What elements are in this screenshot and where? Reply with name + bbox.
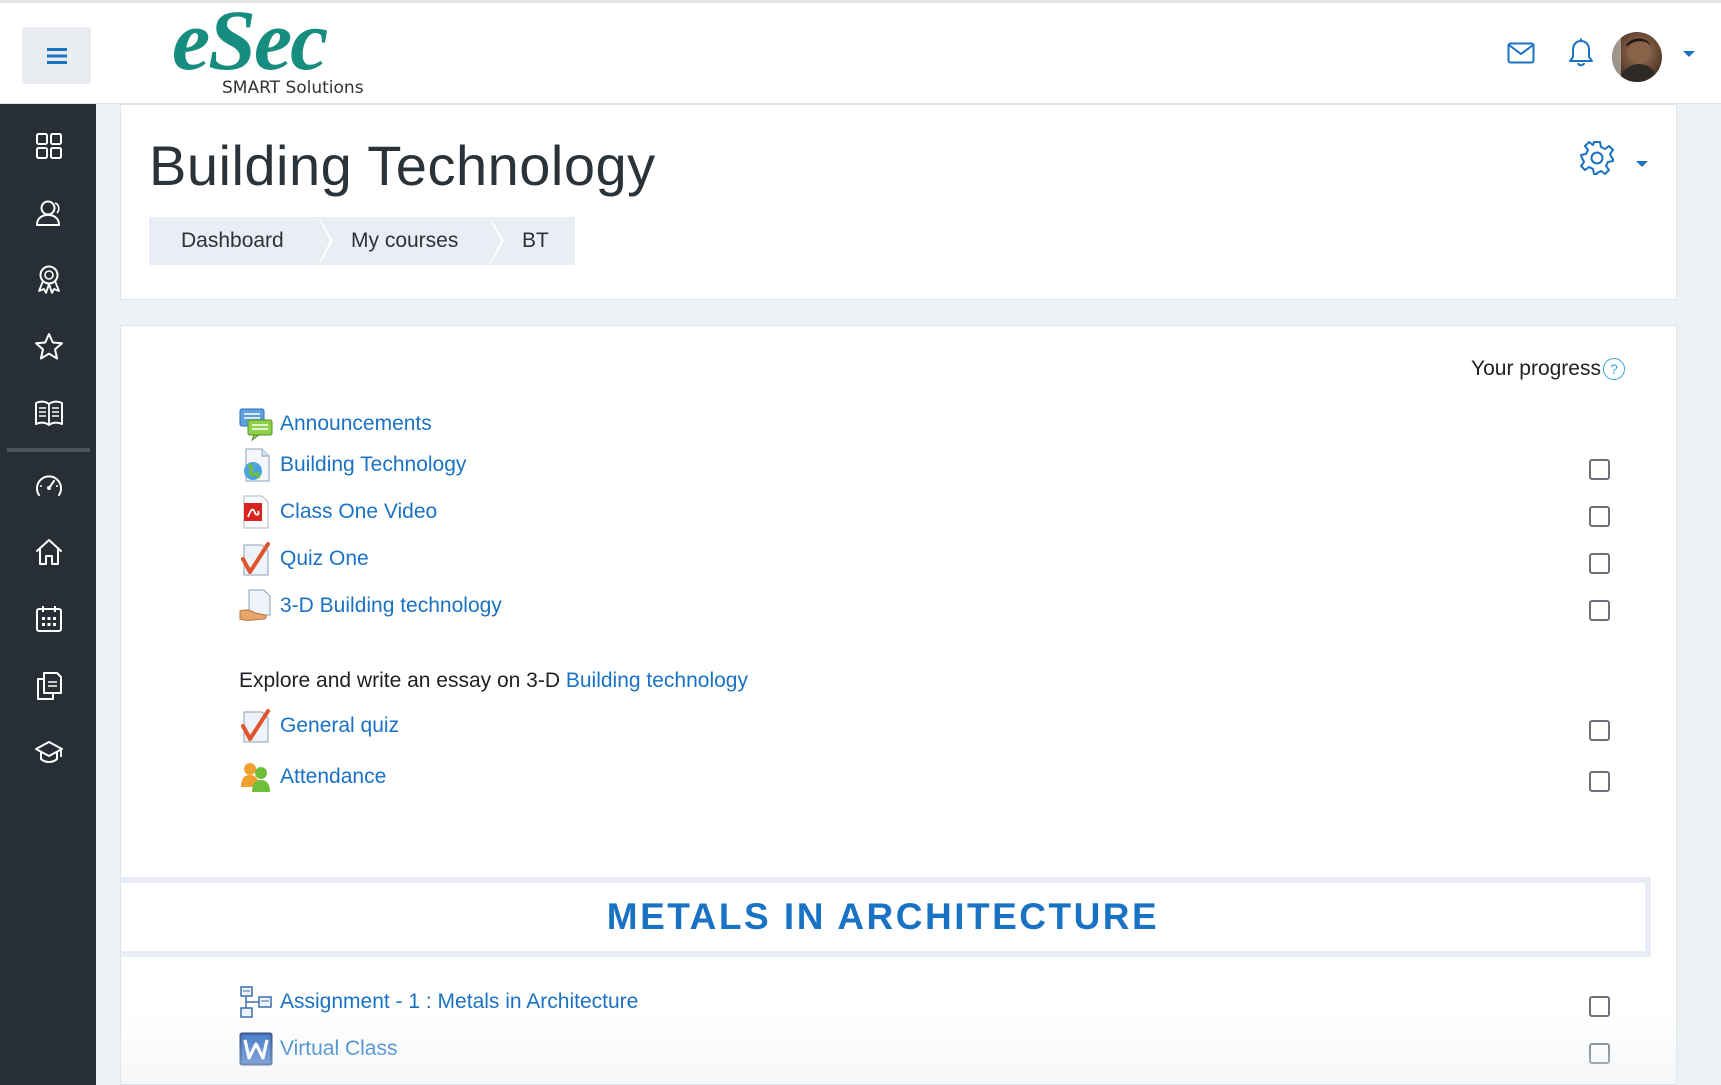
speedometer-icon bbox=[36, 475, 62, 496]
page-title: Building Technology bbox=[149, 134, 656, 197]
menu-icon bbox=[46, 47, 67, 64]
course-content: Your progress ? Announcements Building T… bbox=[120, 325, 1677, 1085]
sidebar-item-site-home[interactable] bbox=[28, 531, 70, 573]
completion-checkbox[interactable] bbox=[1589, 1043, 1610, 1064]
url-icon bbox=[244, 448, 270, 482]
completion-checkbox[interactable] bbox=[1589, 506, 1610, 527]
activity-link[interactable]: Building Technology bbox=[280, 453, 466, 477]
sidebar-item-grades[interactable] bbox=[28, 392, 70, 434]
logo-tagline: SMART Solutions bbox=[222, 78, 364, 98]
workshop-icon bbox=[240, 986, 272, 1018]
user-avatar[interactable] bbox=[1612, 32, 1662, 82]
book-icon bbox=[35, 400, 63, 426]
course-settings-button[interactable] bbox=[1578, 139, 1616, 177]
quiz-icon bbox=[241, 709, 270, 743]
sidebar-item-private-files[interactable] bbox=[28, 665, 70, 707]
calendar-icon bbox=[36, 606, 62, 632]
activity-link[interactable]: Attendance bbox=[280, 765, 386, 789]
left-sidebar bbox=[0, 104, 96, 1085]
activity-assignment-1[interactable]: Assignment - 1 : Metals in Architecture bbox=[239, 982, 638, 1022]
help-icon[interactable]: ? bbox=[1602, 358, 1625, 380]
activity-general-quiz[interactable]: General quiz bbox=[239, 706, 399, 746]
notifications-button[interactable] bbox=[1565, 36, 1597, 70]
avatar-image bbox=[1612, 32, 1658, 82]
messages-button[interactable] bbox=[1505, 39, 1537, 67]
sidebar-item-badges[interactable] bbox=[28, 258, 70, 300]
logo-wordmark: eSec bbox=[172, 0, 328, 88]
activity-description: Explore and write an essay on 3-D Buildi… bbox=[239, 669, 748, 693]
section-header: METALS IN ARCHITECTURE bbox=[121, 877, 1651, 957]
page-header: Building Technology Dashboard My courses… bbox=[120, 104, 1677, 300]
assignment-icon bbox=[239, 589, 271, 621]
forum-icon bbox=[239, 408, 273, 441]
completion-checkbox[interactable] bbox=[1589, 600, 1610, 621]
activity-quiz-one[interactable]: Quiz One bbox=[239, 539, 369, 579]
breadcrumb-my-courses[interactable]: My courses bbox=[319, 217, 504, 265]
user-menu-chevron-down-icon[interactable] bbox=[1683, 51, 1695, 57]
activity-announcements[interactable]: Announcements bbox=[239, 404, 432, 444]
users-icon bbox=[36, 200, 60, 226]
files-icon bbox=[37, 672, 62, 700]
pdf-icon bbox=[243, 495, 269, 529]
sidebar-item-participants[interactable] bbox=[28, 192, 70, 234]
completion-checkbox[interactable] bbox=[1589, 996, 1610, 1017]
progress-label: Your progress bbox=[1471, 357, 1601, 380]
bell-icon bbox=[1569, 38, 1593, 67]
sidebar-item-competencies[interactable] bbox=[28, 325, 70, 367]
word-doc-icon bbox=[239, 1032, 273, 1066]
progress-header: Your progress ? bbox=[1471, 357, 1625, 381]
quiz-icon bbox=[241, 542, 270, 576]
description-link[interactable]: Building technology bbox=[566, 669, 748, 692]
home-icon bbox=[36, 539, 62, 565]
menu-toggle-button[interactable] bbox=[22, 27, 91, 84]
sidebar-item-dashboard[interactable] bbox=[28, 125, 70, 167]
activity-attendance[interactable]: Attendance bbox=[239, 757, 386, 797]
completion-checkbox[interactable] bbox=[1589, 459, 1610, 480]
activity-link[interactable]: Virtual Class bbox=[280, 1037, 398, 1061]
completion-checkbox[interactable] bbox=[1589, 553, 1610, 574]
completion-checkbox[interactable] bbox=[1589, 720, 1610, 741]
sidebar-item-my-courses[interactable] bbox=[28, 731, 70, 773]
activity-link[interactable]: Class One Video bbox=[280, 500, 437, 524]
gear-icon bbox=[1580, 141, 1614, 175]
top-navbar: eSec SMART Solutions bbox=[0, 0, 1721, 104]
description-text: Explore and write an essay on 3-D bbox=[239, 669, 566, 692]
settings-chevron-down-icon[interactable] bbox=[1636, 161, 1648, 167]
attendance-icon bbox=[241, 763, 270, 792]
sidebar-divider bbox=[7, 448, 90, 452]
completion-checkbox[interactable] bbox=[1589, 771, 1610, 792]
breadcrumb: Dashboard My courses BT bbox=[149, 217, 575, 265]
mail-icon bbox=[1507, 42, 1535, 64]
site-logo[interactable]: eSec SMART Solutions bbox=[172, 0, 372, 101]
activity-link[interactable]: Assignment - 1 : Metals in Architecture bbox=[280, 990, 638, 1014]
activity-class-one-video[interactable]: Class One Video bbox=[239, 492, 437, 532]
breadcrumb-dashboard[interactable]: Dashboard bbox=[149, 217, 333, 265]
dashboard-grid-icon bbox=[36, 133, 62, 159]
star-icon bbox=[35, 332, 63, 359]
activity-virtual-class[interactable]: Virtual Class bbox=[239, 1029, 398, 1069]
sidebar-item-dashboard-main[interactable] bbox=[28, 465, 70, 507]
badge-icon bbox=[38, 265, 60, 294]
section-title[interactable]: METALS IN ARCHITECTURE bbox=[607, 896, 1159, 938]
activity-link[interactable]: Announcements bbox=[280, 412, 432, 436]
activity-link[interactable]: Quiz One bbox=[280, 547, 369, 571]
graduation-cap-icon bbox=[35, 741, 63, 763]
activity-3d-building-technology[interactable]: 3-D Building technology bbox=[239, 586, 502, 626]
sidebar-item-calendar[interactable] bbox=[28, 598, 70, 640]
activity-link[interactable]: General quiz bbox=[280, 714, 399, 738]
activity-building-technology[interactable]: Building Technology bbox=[239, 445, 466, 485]
activity-link[interactable]: 3-D Building technology bbox=[280, 594, 502, 618]
